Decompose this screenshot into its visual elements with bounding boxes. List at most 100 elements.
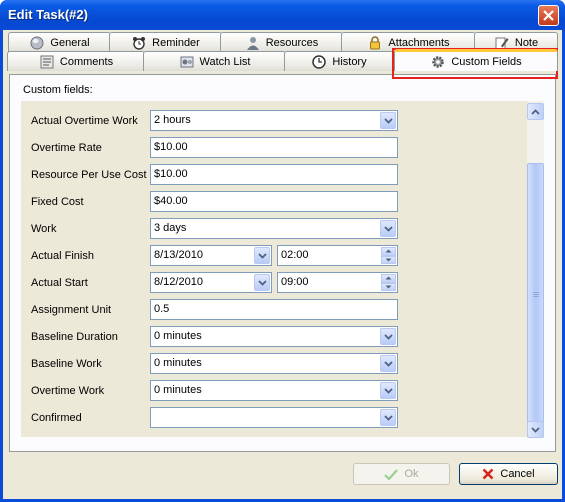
actual-start-date-picker[interactable]: 8/12/2010: [150, 272, 272, 293]
cancel-button[interactable]: Cancel: [459, 463, 558, 485]
field-value: 09:00: [281, 276, 309, 288]
work-dropdown[interactable]: 3 days: [150, 218, 398, 239]
close-button[interactable]: [538, 5, 559, 26]
field-value: 2 hours: [154, 114, 191, 126]
chevron-down-icon: [385, 258, 392, 262]
padlock-icon: [367, 35, 383, 50]
overtime-work-dropdown[interactable]: 0 minutes: [150, 380, 398, 401]
tab-watch-list-label: Watch List: [199, 55, 251, 68]
globe-icon: [29, 36, 45, 50]
tab-custom-fields[interactable]: Custom Fields: [394, 49, 558, 71]
dropdown-arrow[interactable]: [380, 355, 396, 372]
chevron-down-icon: [531, 426, 540, 433]
chevron-down-icon: [383, 387, 393, 394]
scroll-thumb[interactable]: [527, 163, 544, 427]
field-value: 3 days: [154, 222, 187, 234]
dropdown-arrow[interactable]: [380, 328, 396, 345]
field-label: Baseline Duration: [31, 331, 118, 343]
alarm-clock-icon: [131, 36, 147, 50]
tab-reminder-label: Reminder: [152, 36, 200, 49]
tab-comments[interactable]: Comments: [7, 51, 145, 71]
spin-up-button[interactable]: [381, 247, 396, 256]
tab-general-label: General: [50, 36, 90, 49]
field-label: Confirmed: [31, 412, 82, 424]
chevron-down-icon: [383, 117, 393, 124]
field-value: $10.00: [154, 141, 188, 153]
tab-resources[interactable]: Resources: [220, 32, 343, 52]
field-label: Baseline Work: [31, 358, 102, 370]
field-value: 8/13/2010: [154, 249, 203, 261]
scroll-down-button[interactable]: [527, 421, 544, 438]
person-icon: [245, 36, 261, 50]
chevron-down-icon: [383, 360, 393, 367]
actual-finish-time-input[interactable]: 02:00: [277, 245, 398, 266]
field-label: Resource Per Use Cost: [31, 169, 147, 181]
chevron-down-icon: [383, 414, 393, 421]
tab-history-label: History: [332, 55, 367, 68]
ok-button[interactable]: Ok: [353, 463, 450, 485]
time-spinner[interactable]: [381, 247, 396, 264]
tab-attachments-label: Attachments: [388, 36, 450, 49]
fixed-cost-input[interactable]: $40.00: [150, 191, 398, 212]
dropdown-arrow[interactable]: [380, 112, 396, 129]
baseline-duration-dropdown[interactable]: 0 minutes: [150, 326, 398, 347]
confirmed-dropdown[interactable]: [150, 407, 398, 428]
baseline-work-dropdown[interactable]: 0 minutes: [150, 353, 398, 374]
close-icon: [543, 10, 554, 21]
spin-down-button[interactable]: [381, 282, 396, 291]
tab-comments-label: Comments: [59, 55, 114, 68]
field-label: Overtime Work: [31, 385, 105, 397]
actual-finish-date-picker[interactable]: 8/13/2010: [150, 245, 272, 266]
tab-custom-fields-label: Custom Fields: [451, 55, 522, 68]
field-value: 0 minutes: [154, 384, 202, 396]
fields-scroll-area[interactable]: Actual Overtime Work 2 hours Overtime Ra…: [21, 101, 527, 437]
spin-up-button[interactable]: [381, 274, 396, 283]
chevron-up-icon: [385, 249, 392, 253]
spin-down-button[interactable]: [381, 255, 396, 264]
watch-list-icon: [179, 55, 195, 69]
field-value: $10.00: [154, 168, 188, 180]
field-label: Overtime Rate: [31, 142, 102, 154]
dropdown-arrow[interactable]: [380, 220, 396, 237]
chevron-down-icon: [383, 333, 393, 340]
field-value: 02:00: [281, 249, 309, 261]
tab-resources-label: Resources: [265, 36, 319, 49]
chevron-up-icon: [385, 276, 392, 280]
overtime-rate-input[interactable]: $10.00: [150, 137, 398, 158]
field-label: Actual Start: [31, 277, 88, 289]
field-label: Assignment Unit: [31, 304, 112, 316]
field-value: 0 minutes: [154, 330, 202, 342]
assignment-unit-input[interactable]: 0.5: [150, 299, 398, 320]
dropdown-arrow[interactable]: [254, 274, 270, 291]
field-value: $40.00: [154, 195, 188, 207]
tab-watch-list[interactable]: Watch List: [143, 51, 286, 71]
field-value: 0.5: [154, 303, 170, 315]
tab-note-label: Note: [514, 36, 539, 49]
field-value: 8/12/2010: [154, 276, 203, 288]
cancel-x-icon: [482, 468, 494, 480]
field-label: Fixed Cost: [31, 196, 84, 208]
ok-button-label: Ok: [404, 468, 419, 480]
custom-fields-heading: Custom fields:: [23, 84, 93, 96]
chevron-up-icon: [531, 108, 540, 115]
dropdown-arrow[interactable]: [380, 382, 396, 399]
tab-history[interactable]: History: [284, 51, 394, 71]
tab-general[interactable]: General: [8, 32, 111, 52]
history-clock-icon: [311, 54, 327, 69]
time-spinner[interactable]: [381, 274, 396, 291]
title-bar[interactable]: Edit Task(#2): [0, 0, 565, 30]
checkmark-icon: [384, 468, 399, 480]
dropdown-arrow[interactable]: [254, 247, 270, 264]
dropdown-arrow[interactable]: [380, 409, 396, 426]
tab-reminder[interactable]: Reminder: [109, 32, 222, 52]
field-label: Actual Overtime Work: [31, 115, 138, 127]
chevron-down-icon: [385, 285, 392, 289]
chevron-down-icon: [257, 252, 267, 259]
scroll-up-button[interactable]: [527, 103, 544, 120]
vertical-scrollbar[interactable]: [527, 101, 544, 438]
note-pencil-icon: [494, 36, 510, 50]
field-label: Work: [31, 223, 57, 235]
actual-overtime-work-dropdown[interactable]: 2 hours: [150, 110, 398, 131]
resource-per-use-cost-input[interactable]: $10.00: [150, 164, 398, 185]
actual-start-time-input[interactable]: 09:00: [277, 272, 398, 293]
